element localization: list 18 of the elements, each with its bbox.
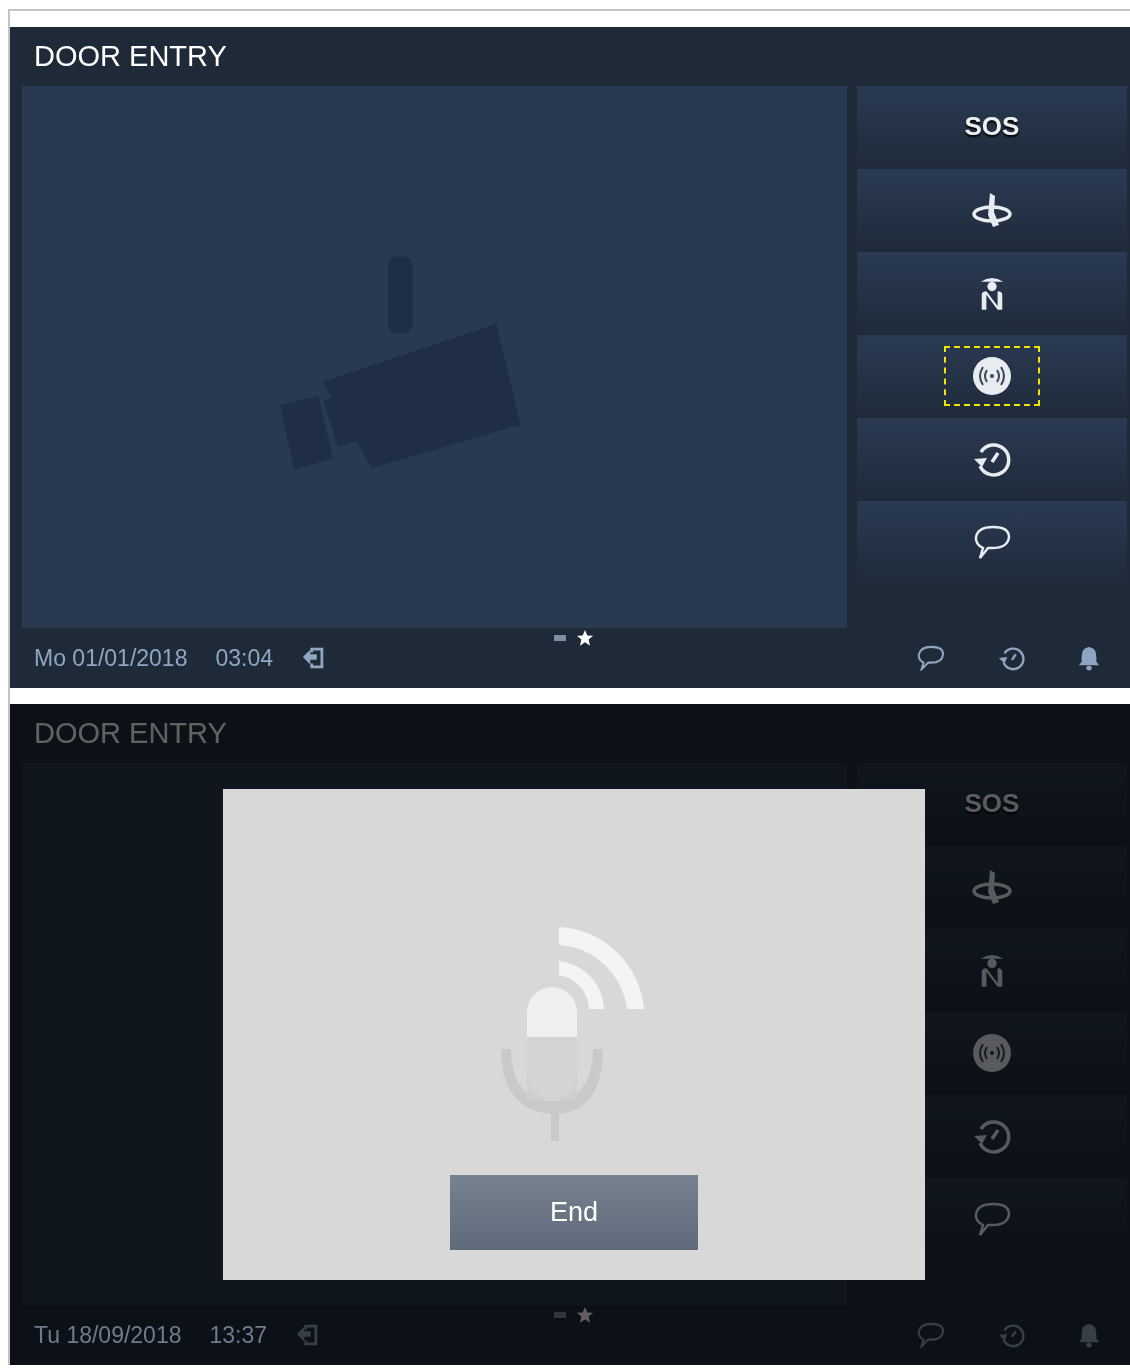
history-icon[interactable] [998,644,1026,672]
date-text: Tu 18/09/2018 [34,1321,182,1349]
bell-icon[interactable] [1078,645,1100,671]
date-text: Mo 01/01/2018 [34,644,188,672]
star-icon[interactable] [576,1306,594,1324]
screen-title: DOOR ENTRY [34,717,227,750]
time-text: 03:04 [215,644,273,672]
side-button[interactable] [857,335,1127,416]
alarm-signal-icon [972,355,1012,396]
star-icon[interactable] [576,629,594,647]
screen-title: DOOR ENTRY [34,40,227,73]
end-button[interactable]: End [450,1175,698,1250]
time-text: 13:37 [209,1321,268,1349]
chat-icon [972,523,1012,560]
side-button[interactable]: SOS [857,86,1127,167]
chat-icon[interactable] [916,645,946,671]
chat-icon [972,1200,1012,1237]
alarm-signal-icon [972,1032,1012,1073]
